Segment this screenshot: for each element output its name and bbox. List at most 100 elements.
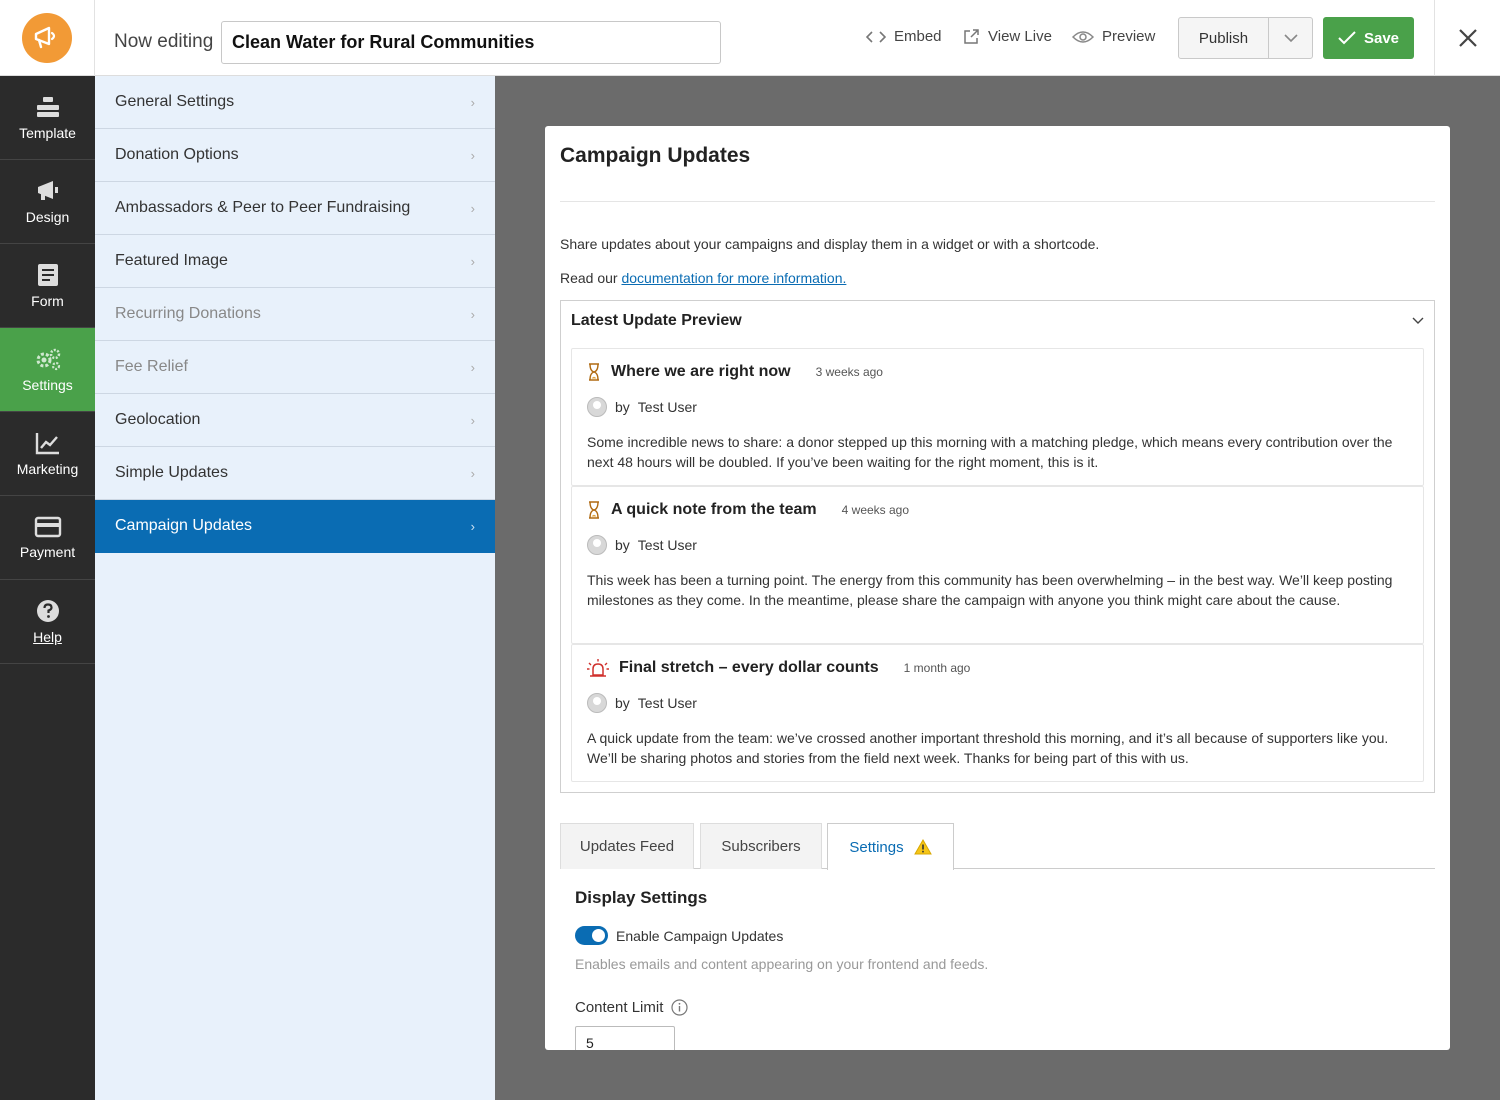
update-header: Final stretch – every dollar counts 1 mo… <box>587 659 970 677</box>
chevron-right-icon: › <box>470 94 475 110</box>
settings-submenu: General Settings › Donation Options › Amba… <box>95 76 495 1100</box>
megaphone-icon <box>37 180 58 200</box>
content-limit-input[interactable] <box>575 1026 675 1050</box>
question-circle-icon <box>36 599 59 622</box>
submenu-recurring-donations[interactable]: Recurring Donations › <box>95 288 495 341</box>
alarm-icon <box>587 659 609 677</box>
display-settings-title: Display Settings <box>575 888 708 907</box>
submenu-campaign-updates[interactable]: Campaign Updates › <box>95 500 495 553</box>
submenu-featured-image[interactable]: Featured Image › <box>95 235 495 288</box>
chevron-right-icon: › <box>470 465 475 481</box>
view-live-link[interactable]: View Live <box>963 28 1052 45</box>
close-button[interactable] <box>1434 0 1500 76</box>
author-name: Test User <box>637 399 697 415</box>
preview-link[interactable]: Preview <box>1072 28 1155 45</box>
chevron-right-icon: › <box>470 253 475 269</box>
update-time: 1 month ago <box>903 661 971 675</box>
nav-template-label: Template <box>19 124 76 141</box>
tab-label: Updates Feed <box>579 838 675 855</box>
nav-settings-label: Settings <box>22 376 73 393</box>
hourglass-icon <box>589 501 599 519</box>
campaign-updates-panel: Campaign Updates Share updates about you… <box>545 126 1450 1050</box>
nav-form[interactable]: Form <box>0 244 95 328</box>
app-logo[interactable] <box>22 13 72 63</box>
nav-payment-label: Payment <box>19 543 76 560</box>
embed-link[interactable]: Embed <box>866 28 942 45</box>
update-author: by Test User <box>587 693 697 713</box>
chevron-right-icon: › <box>470 412 475 428</box>
update-header: Where we are right now 3 weeks ago <box>587 363 883 381</box>
nav-marketing[interactable]: Marketing <box>0 412 95 496</box>
submenu-label: Fee Relief <box>115 358 188 375</box>
update-body: This week has been a turning point. The … <box>587 572 1393 608</box>
submenu-label: Simple Updates <box>115 464 228 481</box>
nav-template[interactable]: Template <box>0 76 95 160</box>
enable-campaign-updates-toggle[interactable] <box>575 926 608 945</box>
eye-icon <box>1072 30 1094 43</box>
divider <box>560 201 1435 202</box>
publish-button[interactable]: Publish <box>1178 17 1313 59</box>
megaphone-logo-icon <box>34 26 56 49</box>
submenu-geolocation[interactable]: Geolocation › <box>95 394 495 447</box>
top-bar: Now editing Embed View Live Preview Publ… <box>0 0 1500 76</box>
chevron-right-icon: › <box>470 200 475 216</box>
publish-dropdown-toggle[interactable] <box>1269 18 1312 58</box>
publish-label[interactable]: Publish <box>1179 18 1269 58</box>
view-live-label: View Live <box>988 28 1052 45</box>
tab-label: Subscribers <box>721 838 801 855</box>
submenu-label: Ambassadors & Peer to Peer Fundraising <box>115 199 411 216</box>
tab-updates-feed[interactable]: Updates Feed <box>560 823 694 869</box>
updates-tabs: Updates Feed Subscribers Settings <box>560 823 1435 870</box>
avatar <box>587 535 607 555</box>
template-stack-icon <box>36 96 59 117</box>
panel-title: Campaign Updates <box>560 144 751 167</box>
nav-payment[interactable]: Payment <box>0 496 95 580</box>
author-name: Test User <box>637 695 697 711</box>
update-time: 3 weeks ago <box>815 365 883 379</box>
update-body: Some incredible news to share: a donor s… <box>587 434 1393 470</box>
submenu-fee-relief[interactable]: Fee Relief › <box>95 341 495 394</box>
enable-help-text: Enables emails and content appearing on … <box>575 956 989 972</box>
update-title: Final stretch – every dollar counts <box>619 659 879 676</box>
submenu-simple-updates[interactable]: Simple Updates › <box>95 447 495 500</box>
nav-design[interactable]: Design <box>0 160 95 244</box>
submenu-ambassadors[interactable]: Ambassadors & Peer to Peer Fundraising › <box>95 182 495 235</box>
update-title: Where we are right now <box>611 363 791 380</box>
submenu-label: Recurring Donations <box>115 305 261 322</box>
nav-help-label: Help <box>33 628 62 645</box>
preview-header[interactable]: Latest Update Preview <box>561 301 1434 341</box>
avatar <box>587 397 607 417</box>
update-time: 4 weeks ago <box>841 503 910 517</box>
tab-settings[interactable]: Settings <box>827 823 954 870</box>
submenu-label: Geolocation <box>115 411 201 428</box>
credit-card-icon <box>34 516 61 537</box>
content-limit-label: Content Limit <box>575 999 688 1016</box>
campaign-title-input[interactable] <box>221 21 721 64</box>
preview-title: Latest Update Preview <box>571 312 742 329</box>
save-button[interactable]: Save <box>1323 17 1414 59</box>
warning-icon <box>913 839 932 855</box>
author-prefix: by <box>615 537 630 553</box>
main-nav: Template Design Form Settings Marketing … <box>0 76 95 1100</box>
submenu-label: Campaign Updates <box>115 517 252 534</box>
tab-subscribers[interactable]: Subscribers <box>700 823 822 869</box>
preview-label: Preview <box>1102 28 1156 45</box>
doc-prefix: Read our <box>560 270 618 286</box>
external-link-icon <box>964 29 979 44</box>
info-icon[interactable] <box>671 999 688 1016</box>
chevron-down-icon[interactable] <box>1412 317 1424 325</box>
nav-settings[interactable]: Settings <box>0 328 95 412</box>
submenu-donation-options[interactable]: Donation Options › <box>95 129 495 182</box>
close-icon <box>1458 29 1477 47</box>
update-item: Where we are right now 3 weeks ago by Te… <box>571 348 1424 486</box>
nav-marketing-label: Marketing <box>16 460 79 477</box>
gears-icon <box>36 348 60 370</box>
author-prefix: by <box>615 695 630 711</box>
author-name: Test User <box>637 537 697 553</box>
content-limit-text: Content Limit <box>575 999 664 1016</box>
author-prefix: by <box>615 399 630 415</box>
enable-campaign-updates-row: Enable Campaign Updates <box>575 926 783 945</box>
submenu-general-settings[interactable]: General Settings › <box>95 76 495 129</box>
nav-help[interactable]: Help <box>0 580 95 664</box>
documentation-link[interactable]: documentation for more information. <box>621 270 846 286</box>
